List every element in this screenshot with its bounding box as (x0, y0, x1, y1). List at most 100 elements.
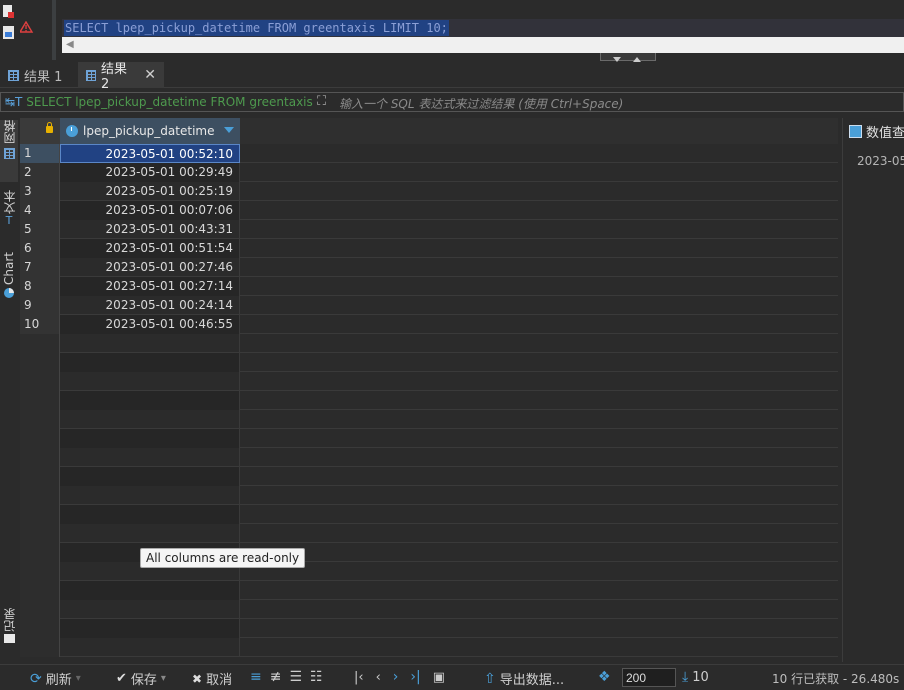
row-number (20, 505, 60, 524)
expand-icon[interactable]: ⛶ (317, 94, 326, 109)
sql-query-text[interactable]: SELECT lpep_pickup_datetime FROM greenta… (64, 20, 449, 36)
empty-row (20, 600, 838, 619)
save-label: 保存 (130, 673, 157, 688)
row-number[interactable]: 6 (20, 239, 60, 258)
side-tab-text[interactable]: 文本 T (0, 190, 18, 242)
copy-row-icon[interactable]: ☰ (289, 669, 302, 685)
value-viewer-panel: 数值查 2023-05 (842, 118, 904, 662)
side-tab-chart[interactable]: Chart (0, 252, 18, 304)
datetime-cell (60, 353, 240, 372)
grid-header: lpep_pickup_datetime (20, 118, 838, 144)
chevron-down-icon[interactable]: ▾ (161, 673, 166, 684)
tab-result-1[interactable]: 结果 1 (0, 62, 70, 88)
datetime-cell[interactable]: 2023-05-01 00:52:10 (60, 144, 240, 163)
export-button[interactable]: ⇧ 导出数据... (484, 669, 565, 689)
table-row[interactable]: 9 2023-05-01 00:24:14 (20, 296, 838, 315)
fetch-count[interactable]: ⤓ 10 (682, 669, 709, 685)
tab-result-2[interactable]: 结果 2 ✕ (78, 62, 164, 92)
datetime-icon (66, 125, 78, 137)
fit-icon[interactable]: ▣ (433, 670, 445, 685)
fetch-size-input[interactable] (622, 668, 676, 687)
datetime-cell[interactable]: 2023-05-01 00:24:14 (60, 296, 240, 315)
datetime-cell[interactable]: 2023-05-01 00:29:49 (60, 163, 240, 182)
table-row[interactable]: 1 2023-05-01 00:52:10 (20, 144, 838, 163)
results-grid[interactable]: lpep_pickup_datetime 1 2023-05-01 00:52:1… (20, 118, 838, 662)
side-tab-grid-label: 网格 (2, 120, 17, 144)
datetime-cell[interactable]: 2023-05-01 00:27:46 (60, 258, 240, 277)
row-number (20, 600, 60, 619)
table-row[interactable]: 8 2023-05-01 00:27:14 (20, 277, 838, 296)
cancel-button[interactable]: ✖ 取消 (192, 669, 232, 689)
empty-row (20, 486, 838, 505)
row-number[interactable]: 10 (20, 315, 60, 334)
view-mode-strip: 网格 文本 T Chart 记录 (0, 116, 18, 662)
read-only-tooltip: All columns are read-only (140, 548, 306, 568)
editor-horizontal-scrollbar[interactable]: ◀ (62, 37, 904, 53)
empty-row (20, 581, 838, 600)
refresh-icon: ⟳ (30, 670, 42, 687)
last-page-icon[interactable]: ›| (410, 669, 420, 685)
next-page-icon[interactable]: › (393, 669, 399, 685)
empty-row (20, 391, 838, 410)
add-row-icon[interactable]: ≢ (270, 669, 282, 685)
panel-splitter-handle[interactable] (600, 53, 656, 62)
filter-sql-label[interactable]: ↹T SELECT lpep_pickup_datetime FROM gree… (5, 95, 315, 109)
row-number[interactable]: 1 (20, 144, 60, 163)
editor-gutter (0, 0, 46, 60)
row-number[interactable]: 9 (20, 296, 60, 315)
row-number[interactable]: 3 (20, 182, 60, 201)
datetime-cell (60, 505, 240, 524)
table-row[interactable]: 4 2023-05-01 00:07:06 (20, 201, 838, 220)
file-icon (3, 5, 14, 18)
sql-editor[interactable]: SELECT lpep_pickup_datetime FROM greenta… (0, 0, 904, 62)
fetch-count-label: 10 (692, 669, 709, 685)
save-button[interactable]: ✔ 保存 ▾ (116, 669, 166, 688)
row-number (20, 372, 60, 391)
sort-icon[interactable] (224, 127, 234, 133)
datetime-cell[interactable]: 2023-05-01 00:25:19 (60, 182, 240, 201)
row-number[interactable]: 5 (20, 220, 60, 239)
row-number[interactable]: 8 (20, 277, 60, 296)
edit-rows-icon[interactable]: ≡ (250, 669, 262, 685)
datetime-cell[interactable]: 2023-05-01 00:46:55 (60, 315, 240, 334)
fetch-next-icon: ⤓ (682, 669, 689, 685)
row-number-header[interactable] (20, 118, 60, 144)
panel-icon (849, 125, 862, 138)
export-label: 导出数据... (499, 673, 565, 688)
datetime-cell (60, 638, 240, 657)
datetime-cell (60, 467, 240, 486)
save-icon: ✔ (116, 671, 127, 686)
scroll-left-icon[interactable]: ◀ (66, 39, 74, 50)
side-tab-record[interactable]: 记录 (0, 608, 18, 654)
side-tab-grid[interactable]: 网格 (0, 120, 18, 182)
table-row[interactable]: 6 2023-05-01 00:51:54 (20, 239, 838, 258)
datetime-cell[interactable]: 2023-05-01 00:27:14 (60, 277, 240, 296)
row-number[interactable]: 7 (20, 258, 60, 277)
record-icon (3, 634, 15, 643)
tab-label: 结果 2 (101, 62, 128, 92)
table-row[interactable]: 10 2023-05-01 00:46:55 (20, 315, 838, 334)
refresh-button[interactable]: ⟳ 刷新 ▾ (30, 669, 81, 689)
row-number (20, 429, 60, 448)
datetime-cell[interactable]: 2023-05-01 00:51:54 (60, 239, 240, 258)
chevron-down-icon[interactable]: ▾ (76, 673, 81, 684)
row-number[interactable]: 4 (20, 201, 60, 220)
datetime-cell[interactable]: 2023-05-01 00:43:31 (60, 220, 240, 239)
table-row[interactable]: 3 2023-05-01 00:25:19 (20, 182, 838, 201)
close-icon[interactable]: ✕ (144, 67, 156, 83)
table-row[interactable]: 5 2023-05-01 00:43:31 (20, 220, 838, 239)
delete-row-icon[interactable]: ☷ (310, 669, 323, 685)
datetime-cell[interactable]: 2023-05-01 00:07:06 (60, 201, 240, 220)
first-page-icon[interactable]: |‹ (354, 670, 364, 685)
filter-bar[interactable]: ↹T SELECT lpep_pickup_datetime FROM gree… (0, 92, 904, 112)
column-header-lpep-pickup-datetime[interactable]: lpep_pickup_datetime (60, 118, 240, 144)
value-panel-content[interactable]: 2023-05 (857, 154, 904, 168)
previous-page-icon[interactable]: ‹ (376, 670, 381, 685)
row-number[interactable]: 2 (20, 163, 60, 182)
empty-row (20, 372, 838, 391)
filter-sql-text: SELECT lpep_pickup_datetime FROM greenta… (26, 95, 315, 109)
table-row[interactable]: 7 2023-05-01 00:27:46 (20, 258, 838, 277)
filter-expression-input[interactable]: 输入一个 SQL 表达式来过滤结果 (使用 Ctrl+Space) (339, 95, 623, 112)
table-row[interactable]: 2 2023-05-01 00:29:49 (20, 163, 838, 182)
results-tab-bar: 结果 1 结果 2 ✕ (0, 62, 904, 92)
